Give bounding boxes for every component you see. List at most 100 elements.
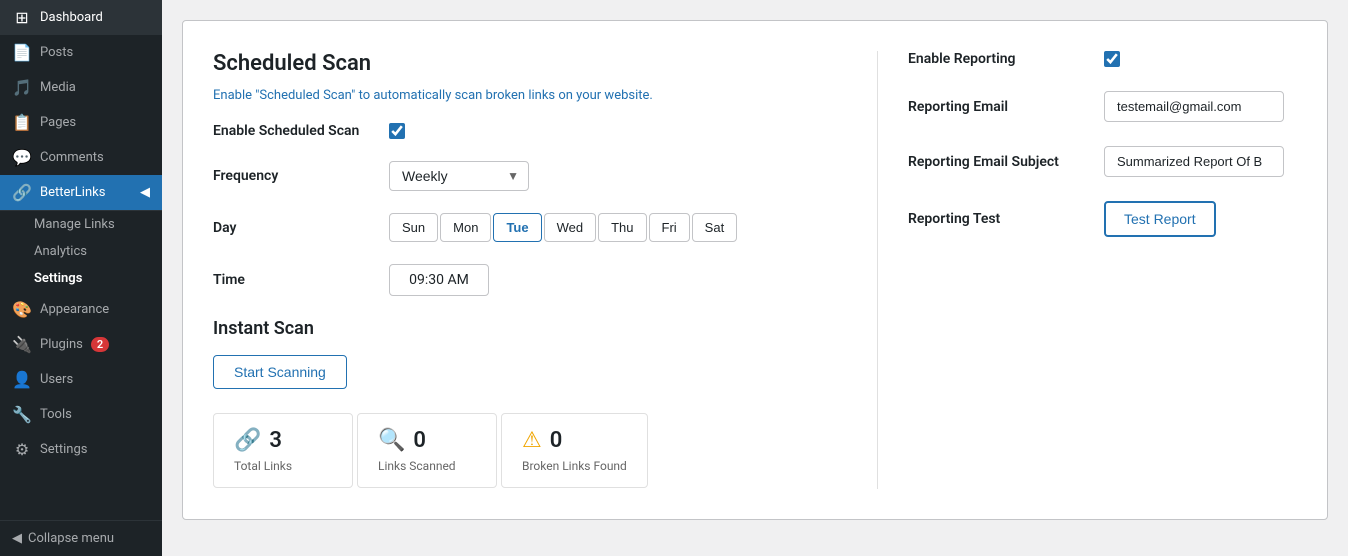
day-buttons-group: Sun Mon Tue Wed Thu Fri Sat [389, 213, 737, 242]
sidebar-item-pages[interactable]: 📋 Pages [0, 105, 162, 140]
reporting-subject-row: Reporting Email Subject [908, 146, 1297, 177]
sidebar-item-settings[interactable]: ⚙ Settings [0, 432, 162, 467]
reporting-email-label: Reporting Email [908, 99, 1088, 115]
sidebar-sub-settings[interactable]: Settings [0, 265, 162, 292]
frequency-dropdown-wrapper: Daily Weekly Monthly ▼ [389, 161, 529, 191]
media-icon: 🎵 [12, 78, 32, 97]
collapse-menu-button[interactable]: ◀ Collapse menu [0, 520, 162, 556]
sidebar-item-label: Users [40, 372, 73, 387]
broken-links-value: 0 [550, 428, 563, 453]
total-links-label: Total Links [234, 459, 292, 473]
reporting-email-input[interactable] [1104, 91, 1284, 122]
sidebar-sub-analytics[interactable]: Analytics [0, 238, 162, 265]
reporting-email-row: Reporting Email [908, 91, 1297, 122]
sidebar-item-betterlinks[interactable]: 🔗 BetterLinks ◀ [0, 175, 162, 210]
start-scanning-button[interactable]: Start Scanning [213, 355, 347, 389]
sidebar-item-label: Media [40, 80, 76, 95]
pages-icon: 📋 [12, 113, 32, 132]
sidebar-item-plugins[interactable]: 🔌 Plugins 2 [0, 327, 162, 362]
dashboard-icon: ⊞ [12, 8, 32, 27]
collapse-icon: ◀ [12, 531, 22, 546]
warning-icon: ⚠ [522, 428, 542, 453]
main-content: Scheduled Scan Enable "Scheduled Scan" t… [162, 0, 1348, 556]
sidebar-item-dashboard[interactable]: ⊞ Dashboard [0, 0, 162, 35]
chevron-right-icon: ◀ [140, 185, 150, 200]
day-label: Day [213, 220, 373, 236]
stat-broken-links: ⚠ 0 Broken Links Found [501, 413, 648, 488]
enable-scheduled-scan-row: Enable Scheduled Scan [213, 123, 857, 139]
sidebar-item-label: Pages [40, 115, 76, 130]
plugins-icon: 🔌 [12, 335, 32, 354]
enable-reporting-row: Enable Reporting [908, 51, 1297, 67]
plugins-badge: 2 [91, 337, 109, 352]
enable-reporting-label: Enable Reporting [908, 51, 1088, 67]
stat-top-scanned: 🔍 0 [378, 428, 426, 453]
sidebar-item-label: Comments [40, 150, 104, 165]
sidebar-item-appearance[interactable]: 🎨 Appearance [0, 292, 162, 327]
stats-row: 🔗 3 Total Links 🔍 0 Links Scanned ⚠ 0 [213, 413, 857, 488]
sidebar-item-users[interactable]: 👤 Users [0, 362, 162, 397]
enable-scheduled-label: Enable Scheduled Scan [213, 123, 373, 139]
users-icon: 👤 [12, 370, 32, 389]
sidebar-item-label: Posts [40, 45, 73, 60]
reporting-subject-input[interactable] [1104, 146, 1284, 177]
test-report-button[interactable]: Test Report [1104, 201, 1216, 237]
stat-top-broken: ⚠ 0 [522, 428, 562, 453]
sidebar-item-comments[interactable]: 💬 Comments [0, 140, 162, 175]
stat-total-links: 🔗 3 Total Links [213, 413, 353, 488]
reporting-subject-label: Reporting Email Subject [908, 154, 1088, 170]
search-icon: 🔍 [378, 428, 405, 453]
day-sat[interactable]: Sat [692, 213, 738, 242]
sidebar-item-label: Dashboard [40, 10, 103, 25]
sidebar-sub-label: Manage Links [34, 217, 115, 232]
day-wed[interactable]: Wed [544, 213, 597, 242]
scheduled-scan-hint: Enable "Scheduled Scan" to automatically… [213, 88, 857, 103]
links-scanned-value: 0 [413, 428, 426, 453]
posts-icon: 📄 [12, 43, 32, 62]
day-row: Day Sun Mon Tue Wed Thu Fri Sat [213, 213, 857, 242]
links-icon: 🔗 [234, 428, 261, 453]
day-mon[interactable]: Mon [440, 213, 491, 242]
sidebar: ⊞ Dashboard 📄 Posts 🎵 Media 📋 Pages 💬 Co… [0, 0, 162, 556]
enable-reporting-checkbox[interactable] [1104, 51, 1120, 67]
time-row: Time 09:30 AM [213, 264, 857, 296]
sidebar-sub-label: Analytics [34, 244, 87, 259]
day-sun[interactable]: Sun [389, 213, 438, 242]
day-thu[interactable]: Thu [598, 213, 646, 242]
stat-top-links: 🔗 3 [234, 428, 282, 453]
right-panel: Enable Reporting Reporting Email Reporti… [877, 51, 1297, 489]
sidebar-sub-label: Settings [34, 271, 82, 286]
appearance-icon: 🎨 [12, 300, 32, 319]
reporting-test-row: Reporting Test Test Report [908, 201, 1297, 237]
broken-links-label: Broken Links Found [522, 459, 627, 473]
left-panel: Scheduled Scan Enable "Scheduled Scan" t… [213, 51, 857, 489]
settings-icon: ⚙ [12, 440, 32, 459]
comments-icon: 💬 [12, 148, 32, 167]
frequency-label: Frequency [213, 168, 373, 184]
day-fri[interactable]: Fri [649, 213, 690, 242]
sidebar-item-label: BetterLinks [40, 185, 105, 200]
sidebar-item-posts[interactable]: 📄 Posts [0, 35, 162, 70]
sidebar-item-label: Plugins [40, 337, 83, 352]
sidebar-item-media[interactable]: 🎵 Media [0, 70, 162, 105]
sidebar-sub-manage-links[interactable]: Manage Links [0, 211, 162, 238]
betterlinks-icon: 🔗 [12, 183, 32, 202]
instant-scan-title: Instant Scan [213, 318, 857, 339]
day-tue[interactable]: Tue [493, 213, 541, 242]
collapse-menu-label: Collapse menu [28, 531, 114, 546]
time-label: Time [213, 272, 373, 288]
frequency-select[interactable]: Daily Weekly Monthly [389, 161, 529, 191]
sidebar-item-label: Appearance [40, 302, 109, 317]
time-value[interactable]: 09:30 AM [389, 264, 489, 296]
scheduled-scan-title: Scheduled Scan [213, 51, 857, 76]
enable-scheduled-checkbox[interactable] [389, 123, 405, 139]
content-wrapper: Scheduled Scan Enable "Scheduled Scan" t… [182, 20, 1328, 520]
betterlinks-submenu: Manage Links Analytics Settings [0, 210, 162, 292]
sidebar-item-label: Tools [40, 407, 72, 422]
stat-links-scanned: 🔍 0 Links Scanned [357, 413, 497, 488]
total-links-value: 3 [269, 428, 282, 453]
reporting-test-label: Reporting Test [908, 211, 1088, 227]
sidebar-item-label: Settings [40, 442, 87, 457]
sidebar-item-tools[interactable]: 🔧 Tools [0, 397, 162, 432]
links-scanned-label: Links Scanned [378, 459, 456, 473]
